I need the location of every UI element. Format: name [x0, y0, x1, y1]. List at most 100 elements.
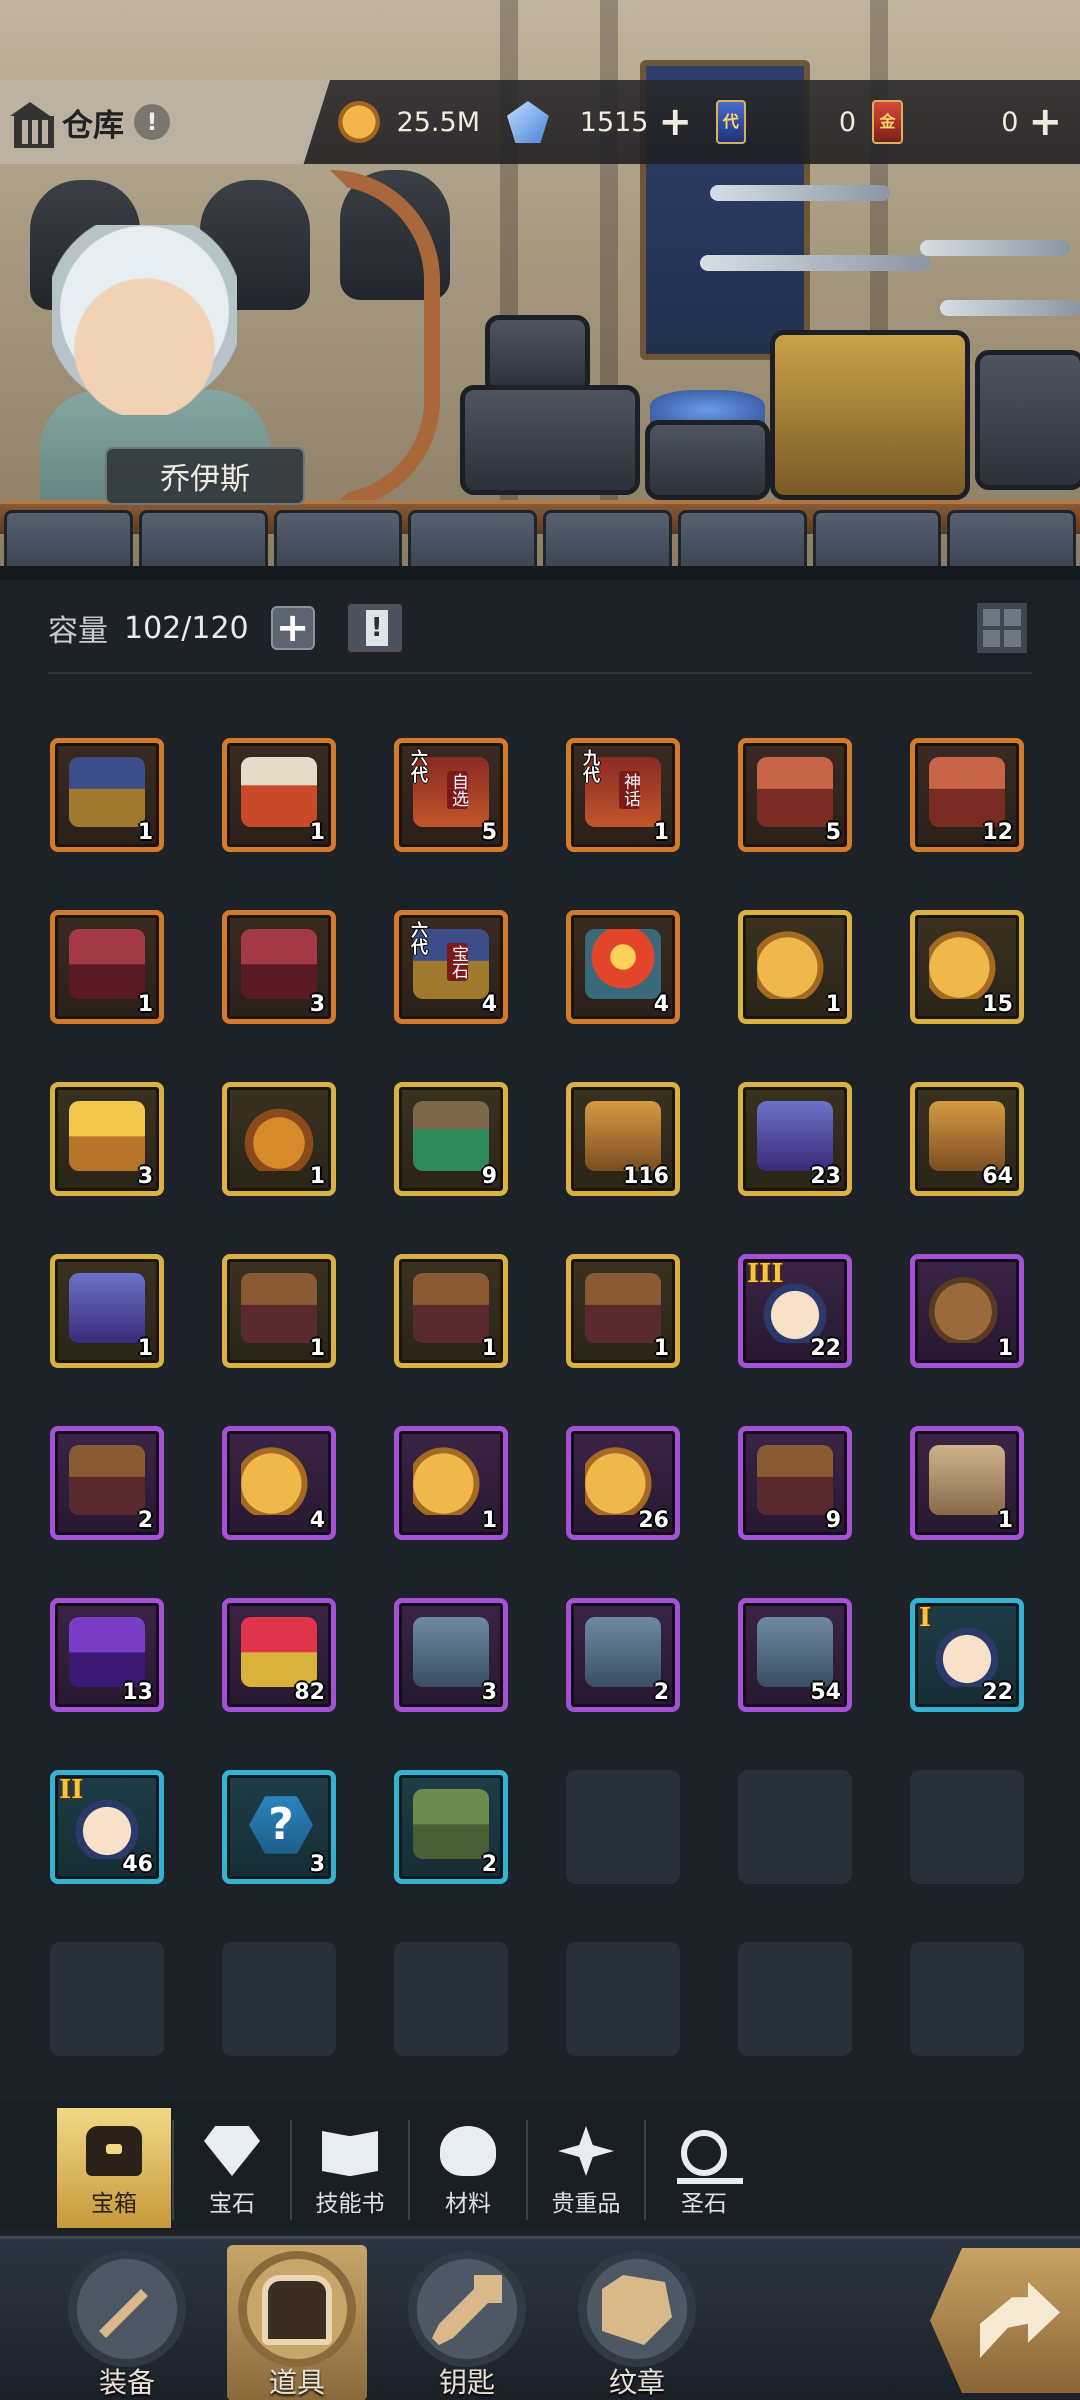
tab-holy-stone[interactable]: 圣石	[647, 2108, 761, 2228]
key-icon	[432, 2275, 502, 2345]
item-quantity: 1	[309, 1164, 325, 1189]
inventory-item-bag-gold[interactable]: 1	[394, 1426, 508, 1540]
egg-icon	[929, 1617, 1005, 1687]
inventory-item-chest-blue[interactable]: 六代 宝石 4	[394, 910, 508, 1024]
inventory-item-chest-brown[interactable]: 2	[50, 1426, 164, 1540]
inventory-item-bag-gold[interactable]: 26	[566, 1426, 680, 1540]
inventory-item-chest-blue[interactable]: 1	[50, 738, 164, 852]
tab-label: 圣石	[681, 2191, 727, 2217]
nav-items-bag[interactable]: 道具	[227, 2245, 367, 2400]
item-quantity: 1	[997, 1336, 1013, 1361]
tab-separator	[644, 2120, 646, 2220]
capacity-label: 容量	[48, 614, 108, 649]
inventory-item-jar-gold[interactable]: 116	[566, 1082, 680, 1196]
inventory-item-jar-gold[interactable]: 64	[910, 1082, 1024, 1196]
diamond-resource: 1515 +	[507, 100, 692, 144]
chest-maroon-icon	[241, 929, 317, 999]
expand-capacity-button[interactable]: +	[270, 606, 315, 650]
inventory-item-chest-brown[interactable]: 9	[738, 1426, 852, 1540]
nav-equipment[interactable]: 装备	[57, 2245, 197, 2400]
item-quantity: 1	[653, 820, 669, 845]
diamond-amount: 1515	[579, 106, 649, 138]
inventory-item-jar-steel[interactable]: 2	[566, 1598, 680, 1712]
inventory-item-egg[interactable]: I 22	[910, 1598, 1024, 1712]
gold-treasure-chest	[770, 330, 970, 500]
tab-material[interactable]: 材料	[411, 2108, 525, 2228]
inventory-item-jar-steel[interactable]: 3	[394, 1598, 508, 1712]
mystery-box-icon: ?	[249, 1796, 313, 1854]
info-icon[interactable]: !	[134, 104, 170, 140]
empty-slot	[910, 1770, 1024, 1884]
inventory-item-chest-olive[interactable]: 2	[394, 1770, 508, 1884]
inventory-item-chest-brown[interactable]: 1	[566, 1254, 680, 1368]
inventory-item-jar-fire[interactable]: 4	[566, 910, 680, 1024]
jar-steel-icon	[757, 1617, 833, 1687]
tab-skill-book[interactable]: 技能书	[293, 2108, 407, 2228]
gem-icon	[204, 2126, 260, 2176]
empty-slot	[394, 1942, 508, 2056]
item-quantity: 1	[137, 1336, 153, 1361]
inventory-item-chest-purple[interactable]: 13	[50, 1598, 164, 1712]
add-diamond-button[interactable]: +	[658, 102, 692, 142]
inventory-item-jar-purple[interactable]: 1	[50, 1254, 164, 1368]
tab-separator	[408, 2120, 410, 2220]
item-quantity: 4	[309, 1508, 325, 1533]
item-quantity: 46	[122, 1852, 153, 1877]
inventory-item-acorn[interactable]: 1	[222, 1082, 336, 1196]
inventory-item-chest-gold[interactable]: 3	[50, 1082, 164, 1196]
item-quantity: 5	[481, 820, 497, 845]
add-red-card-button[interactable]: +	[1028, 102, 1062, 142]
empty-slot	[222, 1942, 336, 2056]
inventory-item-chest-maroon[interactable]: 3	[222, 910, 336, 1024]
inventory-item-backpack[interactable]: 1	[910, 1426, 1024, 1540]
chest-red-icon	[757, 757, 833, 827]
empty-slot	[566, 1770, 680, 1884]
treasure-chest	[460, 385, 640, 495]
inventory-item-chest-green[interactable]: 9	[394, 1082, 508, 1196]
chest-brown-icon	[585, 1273, 661, 1343]
tab-gem[interactable]: 宝石	[175, 2108, 289, 2228]
share-arrow-icon	[980, 2282, 1060, 2358]
inventory-item-jar-red[interactable]: 六代 自选 5	[394, 738, 508, 852]
share-button[interactable]	[930, 2248, 1080, 2393]
inventory-item-chest-brown[interactable]: 1	[222, 1254, 336, 1368]
inventory-item-jar-steel[interactable]: 54	[738, 1598, 852, 1712]
sort-calendar-icon[interactable]	[344, 601, 405, 655]
inventory-item-chest-crown[interactable]: 1	[222, 738, 336, 852]
item-tier-numeral: I	[919, 1603, 932, 1633]
nav-key[interactable]: 钥匙	[397, 2245, 537, 2400]
nav-emblem[interactable]: 纹章	[567, 2245, 707, 2400]
inventory-grid: 1 1 六代 自选 5 九代 神话 1 5 12 1 3 六代 宝石 4 4 1 15 3 1 9 116 23 64 1 1 1 1…	[50, 738, 1030, 2056]
jar-gold-icon	[929, 1101, 1005, 1171]
inventory-item-egg[interactable]: III 22	[738, 1254, 852, 1368]
item-quantity: 3	[481, 1680, 497, 1705]
inventory-item-chest-maroon[interactable]: 1	[50, 910, 164, 1024]
inventory-item-mystery[interactable]: ? 3	[222, 1770, 336, 1884]
tab-chest[interactable]: 宝箱	[57, 2108, 171, 2228]
inventory-item-egg[interactable]: II 46	[50, 1770, 164, 1884]
item-quantity: 5	[825, 820, 841, 845]
chest-brown-icon	[757, 1445, 833, 1515]
item-quantity: 1	[309, 1336, 325, 1361]
empty-slot	[910, 1942, 1024, 2056]
empty-slot	[566, 1942, 680, 2056]
chest-crown-icon	[241, 757, 317, 827]
item-quantity: 2	[653, 1680, 669, 1705]
inventory-item-bag-gold[interactable]: 15	[910, 910, 1024, 1024]
inventory-item-chest-brown[interactable]: 1	[394, 1254, 508, 1368]
tab-valuables[interactable]: 贵重品	[529, 2108, 643, 2228]
inventory-item-chest-red[interactable]: 5	[738, 738, 852, 852]
inventory-item-chest-gift[interactable]: 82	[222, 1598, 336, 1712]
inventory-item-chest-red[interactable]: 12	[910, 738, 1024, 852]
inventory-item-bag-brown[interactable]: 1	[910, 1254, 1024, 1368]
grid-view-icon[interactable]	[974, 600, 1030, 656]
sword-display	[920, 240, 1070, 256]
item-quantity: 4	[481, 992, 497, 1017]
sword-display	[700, 255, 930, 271]
chest-blue-icon	[69, 757, 145, 827]
inventory-item-jar-purple[interactable]: 23	[738, 1082, 852, 1196]
item-generation-tag: 六代	[407, 921, 427, 955]
inventory-item-bag-gold[interactable]: 1	[738, 910, 852, 1024]
inventory-item-bag-gold[interactable]: 4	[222, 1426, 336, 1540]
inventory-item-jar-red[interactable]: 九代 神话 1	[566, 738, 680, 852]
